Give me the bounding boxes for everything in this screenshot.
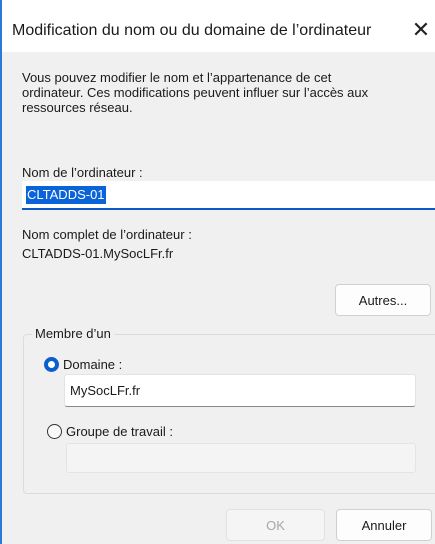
intro-text-line-2: ordinateur. Ces modifications peuvent in… [22, 85, 369, 100]
title-bar: Modification du nom ou du domaine de l’o… [2, 0, 435, 52]
computer-name-selected-text: CLTADDS-01 [26, 186, 106, 204]
close-icon: ✕ [411, 17, 431, 42]
close-button[interactable]: ✕ [406, 14, 435, 46]
dialog-title: Modification du nom ou du domaine de l’o… [12, 22, 372, 39]
full-name-value: CLTADDS-01.MySocLFr.fr [22, 246, 174, 261]
domain-radio-label[interactable]: Domaine : [63, 357, 122, 372]
domain-input-value: MySocLFr.fr [70, 383, 141, 398]
computer-name-dialog: Modification du nom ou du domaine de l’o… [0, 0, 435, 544]
computer-name-input[interactable]: CLTADDS-01 [22, 181, 435, 210]
intro-text-line-1: Vous pouvez modifier le nom et l’apparte… [22, 70, 332, 85]
workgroup-radio-label[interactable]: Groupe de travail : [66, 424, 173, 439]
cancel-button[interactable]: Annuler [336, 509, 432, 541]
domain-radio[interactable] [44, 357, 59, 372]
ok-button[interactable]: OK [226, 509, 325, 541]
domain-input[interactable]: MySocLFr.fr [64, 374, 416, 407]
full-name-label: Nom complet de l’ordinateur : [22, 227, 192, 242]
computer-name-label: Nom de l’ordinateur : [22, 165, 143, 180]
intro-text-line-3: ressources réseau. [22, 100, 133, 115]
workgroup-radio[interactable] [47, 424, 62, 439]
more-button[interactable]: Autres... [335, 284, 431, 316]
member-of-legend: Membre d’un [32, 326, 114, 341]
workgroup-input[interactable] [66, 443, 416, 473]
